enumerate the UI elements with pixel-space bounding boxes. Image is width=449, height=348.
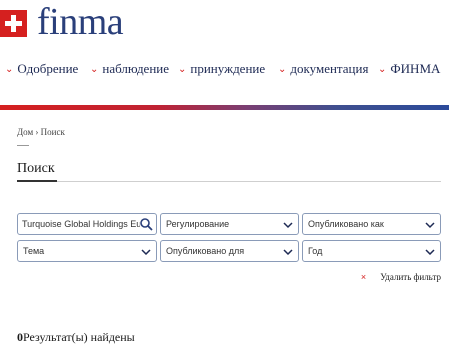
nav-item-approval[interactable]: ⌄ Одобрение	[5, 60, 78, 80]
results-summary: 0Результат(ы) найдены	[17, 330, 135, 345]
nav-item-supervision[interactable]: ⌄ наблюдение	[90, 60, 169, 80]
select-value: Опубликовано для	[166, 246, 245, 256]
nav-item-label: документация	[290, 61, 369, 76]
title-underline	[17, 180, 57, 182]
select-value: Регулирование	[166, 219, 230, 229]
chevron-down-icon: ⌄	[5, 64, 14, 75]
page-title: Поиск	[17, 161, 55, 176]
chevron-down-icon	[283, 249, 293, 256]
breadcrumb[interactable]: Дом › Поиск	[17, 127, 65, 137]
nav-item-label: принуждение	[190, 61, 266, 76]
published-for-select[interactable]: Опубликовано для	[160, 240, 299, 262]
chevron-down-icon: ⌄	[178, 64, 187, 75]
nav-item-label: наблюдение	[102, 61, 170, 76]
year-select[interactable]: Год	[302, 240, 441, 262]
chevron-down-icon: ⌄	[90, 64, 99, 75]
search-icon[interactable]	[139, 217, 153, 231]
topic-select[interactable]: Тема	[17, 240, 157, 262]
chevron-down-icon: ⌄	[278, 64, 287, 75]
clear-filter-label: Удалить фильтр	[380, 272, 441, 282]
select-value: Тема	[23, 246, 45, 256]
results-label: Результат(ы) найдены	[23, 330, 135, 344]
nav-item-documentation[interactable]: ⌄ документация	[278, 60, 368, 80]
published-as-select[interactable]: Опубликовано как	[302, 213, 441, 235]
nav-item-finma[interactable]: ⌄ ФИНМА	[378, 60, 440, 80]
nav-item-label: ФИНМА	[390, 61, 441, 76]
divider	[17, 181, 441, 182]
main-nav: ⌄ Одобрение ⌄ наблюдение ⌄ принуждение ⌄ док…	[0, 60, 449, 78]
select-value: Год	[308, 246, 323, 256]
select-value: Опубликовано как	[308, 219, 384, 229]
brand-color-bar	[0, 105, 449, 110]
nav-item-label: Одобрение	[17, 61, 79, 76]
close-icon: ×	[360, 272, 367, 282]
logo-text: finma	[37, 1, 124, 43]
chevron-down-icon	[425, 249, 435, 256]
nav-item-enforcement[interactable]: ⌄ принуждение	[178, 60, 265, 80]
chevron-down-icon	[283, 222, 293, 229]
chevron-down-icon: ⌄	[378, 64, 387, 75]
chevron-down-icon	[425, 222, 435, 229]
swiss-flag-icon	[0, 10, 27, 37]
chevron-down-icon	[141, 249, 151, 256]
clear-filter-button[interactable]: × Удалить фильтр	[361, 272, 441, 282]
search-input[interactable]	[22, 217, 140, 231]
divider	[17, 145, 29, 146]
regulation-select[interactable]: Регулирование	[160, 213, 299, 235]
search-field[interactable]	[17, 213, 157, 235]
